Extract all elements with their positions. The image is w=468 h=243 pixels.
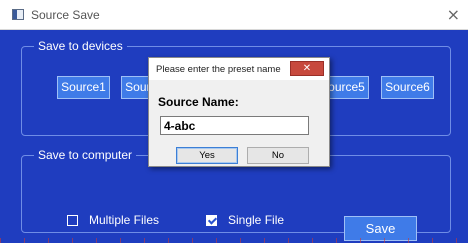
window-titlebar: Source Save × — [0, 0, 468, 30]
app-window-icon — [12, 9, 24, 20]
window-close-icon[interactable]: × — [447, 5, 460, 24]
dialog-titlebar: Please enter the preset name ✕ — [149, 58, 329, 80]
multiple-files-checkbox[interactable] — [67, 215, 78, 226]
single-file-option[interactable]: Single File — [206, 213, 306, 229]
source-name-label: Source Name: — [158, 95, 239, 109]
source6-button[interactable]: Source6 — [381, 76, 434, 99]
save-to-computer-legend: Save to computer — [34, 147, 137, 163]
save-to-devices-legend: Save to devices — [34, 38, 127, 54]
multiple-files-label: Multiple Files — [89, 213, 160, 227]
source1-button[interactable]: Source1 — [57, 76, 110, 99]
multiple-files-option[interactable]: Multiple Files — [67, 213, 187, 229]
yes-button[interactable]: Yes — [176, 147, 238, 164]
source-name-input[interactable] — [160, 116, 309, 135]
no-button[interactable]: No — [247, 147, 309, 164]
dialog-close-icon[interactable]: ✕ — [290, 61, 324, 76]
dialog-title: Please enter the preset name — [156, 64, 281, 75]
window-title: Source Save — [31, 8, 100, 22]
single-file-checkbox[interactable] — [206, 215, 217, 226]
preset-name-dialog: Please enter the preset name ✕ Source Na… — [148, 57, 330, 167]
bottom-edge-strip — [0, 238, 468, 243]
single-file-label: Single File — [228, 213, 285, 227]
